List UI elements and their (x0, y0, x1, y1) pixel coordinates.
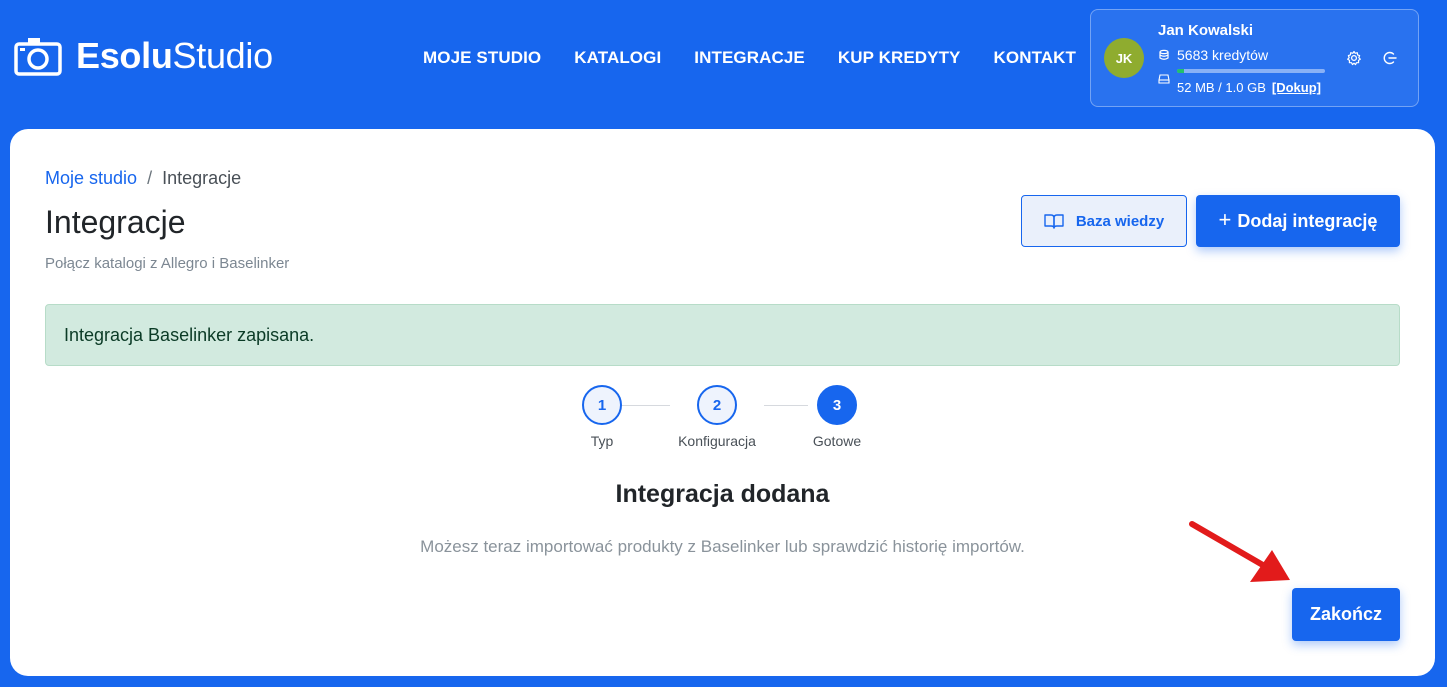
step-number: 3 (817, 385, 857, 425)
storage-progress-bar (1177, 69, 1325, 73)
annotation-arrow-icon (1189, 521, 1290, 582)
brand-name: EsoluStudio (76, 38, 273, 74)
coins-icon (1159, 49, 1169, 60)
knowledge-base-button[interactable]: Baza wiedzy (1021, 195, 1187, 247)
brand-regular: Studio (172, 35, 274, 76)
topup-link[interactable]: [Dokup] (1272, 80, 1321, 95)
step-number: 1 (582, 385, 622, 425)
plus-icon: + (1218, 207, 1232, 232)
breadcrumb: Moje studio / Integracje (45, 168, 241, 189)
brand-bold: Esolu (76, 35, 173, 76)
page-title: Integracje (45, 204, 186, 240)
step-label: Gotowe (812, 433, 862, 449)
logo[interactable]: EsoluStudio (14, 36, 273, 76)
breadcrumb-link-moje-studio[interactable]: Moje studio (45, 168, 137, 189)
book-icon (1044, 214, 1064, 229)
hard-drive-icon (1158, 74, 1170, 84)
breadcrumb-separator: / (147, 168, 153, 188)
main-nav: MOJE STUDIO KATALOGI INTEGRACJE KUP KRED… (423, 47, 1076, 69)
step-typ: 1 Typ (562, 385, 642, 449)
step-label: Konfiguracja (678, 433, 756, 449)
page-subtitle: Połącz katalogi z Allegro i Baselinker (45, 255, 290, 272)
nav-moje-studio[interactable]: MOJE STUDIO (423, 47, 541, 69)
step-konfiguracja: 2 Konfiguracja (662, 385, 772, 449)
credits-value: 5683 kredytów (1177, 47, 1269, 63)
step-gotowe: 3 Gotowe (797, 385, 877, 449)
knowledge-base-label: Baza wiedzy (1075, 212, 1165, 230)
completion-title: Integracja dodana (615, 480, 830, 508)
finish-button[interactable]: Zakończ (1292, 588, 1400, 641)
avatar[interactable]: JK (1104, 38, 1144, 78)
settings-button[interactable] (1345, 49, 1363, 67)
gear-icon (1347, 50, 1361, 66)
camera-icon (14, 38, 62, 76)
add-integration-button[interactable]: + Dodaj integrację (1196, 195, 1400, 247)
add-integration-label: Dodaj integrację (1237, 210, 1378, 231)
credits-row: 5683 kredytów (1158, 47, 1268, 63)
nav-katalogi[interactable]: KATALOGI (574, 47, 661, 69)
user-name: Jan Kowalski (1158, 22, 1254, 39)
storage-value: 52 MB / 1.0 GB (1177, 80, 1266, 95)
logout-button[interactable] (1381, 49, 1399, 67)
step-label: Typ (590, 433, 614, 449)
breadcrumb-current: Integracje (162, 168, 242, 188)
success-alert: Integracja Baselinker zapisana. (45, 304, 1400, 366)
storage-usage: 52 MB / 1.0 GB [Dokup] (1177, 80, 1321, 95)
nav-kontakt[interactable]: KONTAKT (994, 47, 1077, 69)
nav-integracje[interactable]: INTEGRACJE (694, 47, 805, 69)
step-number: 2 (697, 385, 737, 425)
nav-kup-kredyty[interactable]: KUP KREDYTY (838, 47, 961, 69)
logout-icon (1383, 51, 1397, 65)
user-card: JK Jan Kowalski 5683 kredytów 52 MB / 1.… (1090, 9, 1419, 107)
